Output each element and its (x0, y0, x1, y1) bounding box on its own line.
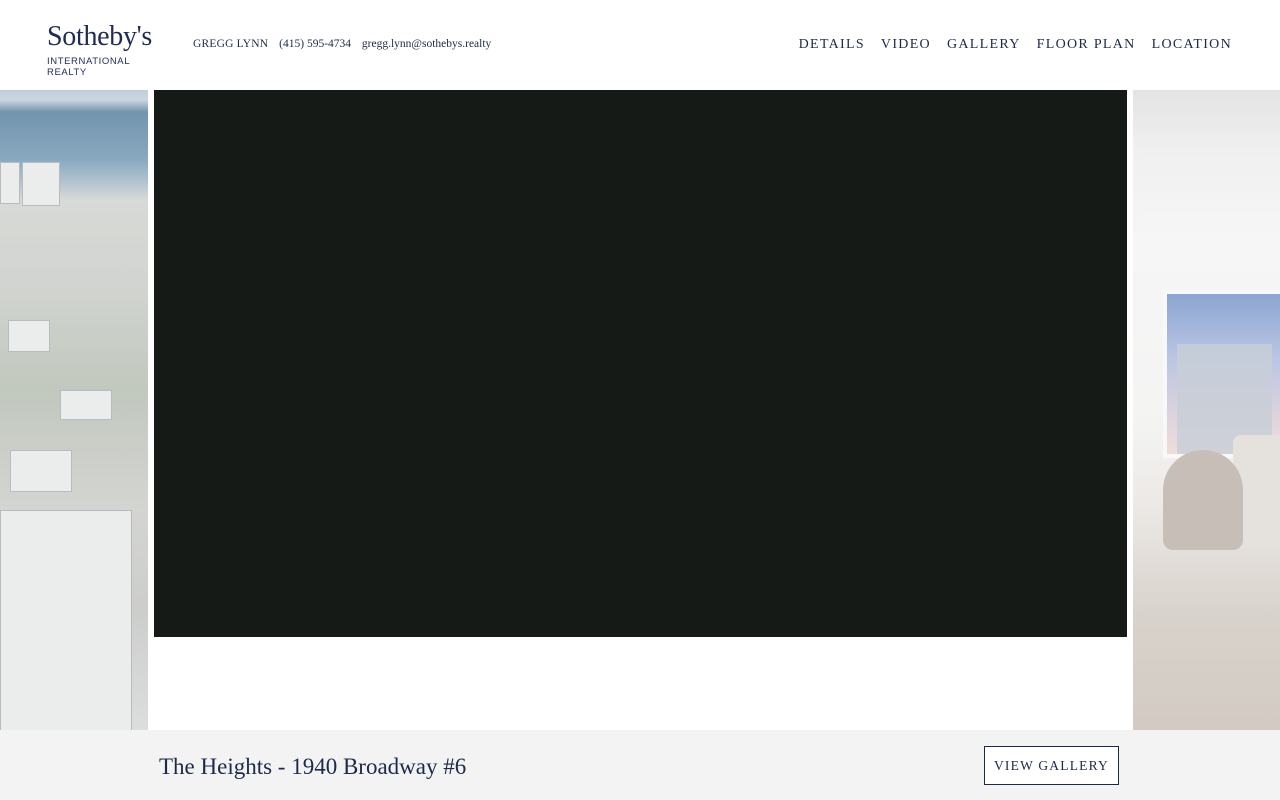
nav-details[interactable]: DETAILS (799, 37, 865, 53)
logo-subtitle: INTERNATIONAL REALTY (47, 56, 130, 78)
agent-name: GREGG LYNN (193, 38, 269, 50)
prev-slide-aerial-photo[interactable] (0, 90, 148, 730)
nav-video[interactable]: VIDEO (881, 37, 931, 53)
nav-floor-plan[interactable]: FLOOR PLAN (1037, 37, 1136, 53)
agent-email[interactable]: gregg.lynn@sothebys.realty (362, 38, 491, 50)
video-player[interactable] (154, 90, 1127, 637)
agent-phone[interactable]: (415) 595-4734 (279, 38, 351, 50)
logo-wordmark: Sotheby's (47, 21, 153, 52)
agent-contact: GREGG LYNN (415) 595-4734 gregg.lynn@sot… (193, 38, 499, 50)
nav-location[interactable]: LOCATION (1152, 37, 1232, 53)
listing-bar: The Heights - 1940 Broadway #6 VIEW GALL… (0, 730, 1280, 800)
listing-title: The Heights - 1940 Broadway #6 (159, 754, 467, 779)
media-carousel (0, 90, 1280, 730)
main-nav: DETAILS VIDEO GALLERY FLOOR PLAN LOCATIO… (799, 37, 1232, 53)
nav-gallery[interactable]: GALLERY (947, 37, 1021, 53)
view-gallery-button[interactable]: VIEW GALLERY (984, 746, 1119, 785)
site-header: Sotheby's INTERNATIONAL REALTY GREGG LYN… (0, 0, 1280, 90)
next-slide-interior-photo[interactable] (1133, 90, 1280, 730)
sothebys-logo[interactable]: Sotheby's INTERNATIONAL REALTY (47, 21, 167, 79)
